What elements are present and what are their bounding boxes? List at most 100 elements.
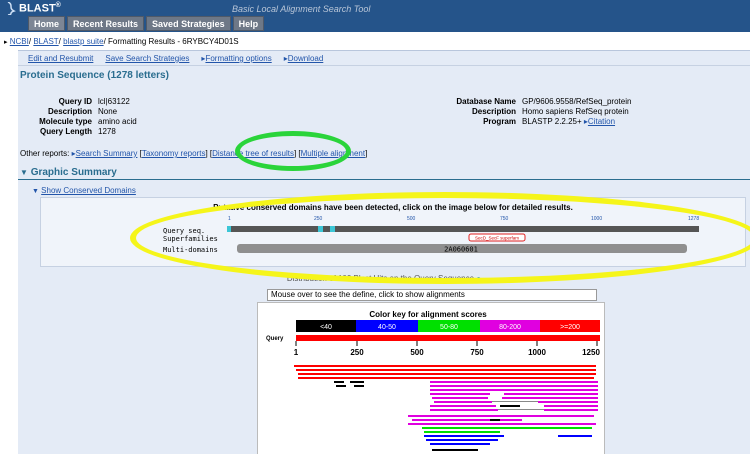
nav-saved-strategies[interactable]: Saved Strategies: [146, 16, 231, 31]
axis-tick-label: 500: [410, 348, 424, 357]
hit-line[interactable]: [294, 365, 596, 367]
brand-text: BLAST: [19, 2, 56, 15]
axis-tick-label: 1250: [582, 348, 600, 357]
molecule-type-value: amino acid: [98, 117, 137, 126]
query-length-value: 1278: [98, 127, 116, 136]
main-nav: Home Recent Results Saved Strategies Hel…: [28, 16, 265, 31]
results-content: Edit and Resubmit Save Search Strategies…: [18, 50, 750, 454]
download-link[interactable]: ▸Download: [284, 54, 324, 63]
hit-connector: [492, 401, 538, 402]
breadcrumb-ncbi[interactable]: NCBI: [10, 37, 29, 46]
hit-line[interactable]: [430, 389, 598, 391]
show-conserved-domains-link[interactable]: Show Conserved Domains: [41, 186, 136, 195]
color-key-label: <40: [320, 324, 332, 331]
hit-line[interactable]: [426, 439, 498, 441]
nav-help[interactable]: Help: [232, 16, 265, 31]
breadcrumb-blast[interactable]: BLAST: [33, 37, 58, 46]
collapse-triangle-icon[interactable]: ▼: [20, 168, 28, 177]
query-id-label: Query ID: [58, 97, 92, 106]
hit-line[interactable]: [422, 427, 592, 429]
hit-line[interactable]: [490, 419, 500, 421]
database-name-value: GP/9606.9558/RefSeq_protein: [522, 97, 632, 106]
breadcrumb-suite[interactable]: blastp suite: [63, 37, 103, 46]
hit-line[interactable]: [298, 373, 596, 375]
search-summary-link[interactable]: Search Summary: [76, 149, 138, 158]
toolbar-divider: [18, 65, 750, 66]
app-header: BLAST® Basic Local Alignment Search Tool…: [0, 0, 750, 32]
download-label[interactable]: Download: [288, 54, 324, 63]
query-id-value: lcl|63122: [98, 97, 130, 106]
page-title: Protein Sequence (1278 letters): [20, 70, 169, 81]
color-key-title: Color key for alignment scores: [369, 310, 487, 319]
description-value: None: [98, 107, 118, 116]
hit-lines[interactable]: [294, 365, 598, 454]
hit-line[interactable]: [432, 397, 488, 399]
axis-tick-label: 1: [294, 348, 299, 357]
color-key-label: 50-80: [440, 324, 458, 331]
program-value: BLASTP 2.2.25+: [522, 117, 582, 126]
hit-line[interactable]: [502, 397, 598, 399]
hit-line[interactable]: [334, 381, 344, 383]
breadcrumb-arrow-icon: ▸: [4, 39, 8, 46]
description-label: Description: [47, 107, 92, 116]
db-description-value: Homo sapiens RefSeq protein: [522, 107, 629, 116]
hit-line[interactable]: [408, 423, 596, 425]
formatting-options-link[interactable]: ▸Formatting options: [201, 54, 271, 63]
graphic-summary-title: ▼ Graphic Summary: [20, 167, 117, 178]
save-strategies-link[interactable]: Save Search Strategies: [105, 54, 189, 63]
hit-connector: [498, 409, 544, 410]
hit-line[interactable]: [430, 405, 496, 407]
hit-line[interactable]: [504, 393, 598, 395]
hit-line[interactable]: [430, 385, 598, 387]
hit-line[interactable]: [298, 377, 594, 379]
hit-line[interactable]: [350, 381, 364, 383]
query-info: Query ID lcl|63122 Description None Molecu…: [28, 97, 137, 137]
color-key-label: 40-50: [378, 324, 396, 331]
hit-line[interactable]: [558, 435, 592, 437]
citation-link[interactable]: Citation: [588, 117, 615, 126]
hit-line[interactable]: [408, 415, 594, 417]
hit-line[interactable]: [412, 419, 522, 421]
hit-line[interactable]: [430, 381, 598, 383]
edit-resubmit-link[interactable]: Edit and Resubmit: [28, 54, 93, 63]
app-subtitle: Basic Local Alignment Search Tool: [232, 4, 371, 14]
nav-recent-results[interactable]: Recent Results: [67, 16, 145, 31]
axis-tick-label: 750: [470, 348, 484, 357]
nav-home[interactable]: Home: [28, 16, 66, 31]
hit-line[interactable]: [354, 385, 364, 387]
query-label: Query: [266, 336, 284, 342]
hit-line[interactable]: [544, 409, 598, 411]
hit-distribution-graphic[interactable]: Color key for alignment scores <40 40-50…: [258, 303, 604, 454]
query-bar[interactable]: [296, 335, 600, 341]
hit-line[interactable]: [430, 443, 490, 445]
hit-line[interactable]: [430, 393, 490, 395]
graphic-summary-label: Graphic Summary: [30, 167, 117, 178]
taxonomy-reports-link[interactable]: Taxonomy reports: [142, 149, 206, 158]
expand-triangle-icon: ▼: [32, 188, 39, 195]
molecule-type-label: Molecule type: [39, 117, 92, 126]
color-key-label: >=200: [560, 324, 580, 331]
axis-tick-label: 250: [350, 348, 364, 357]
breadcrumb-current: Formatting Results - 6RYBCY4D01S: [108, 37, 239, 46]
program-label: Program: [483, 117, 516, 126]
hit-line[interactable]: [336, 385, 346, 387]
hit-line[interactable]: [296, 369, 596, 371]
query-length-label: Query Length: [39, 127, 92, 136]
defline-display: Mouse over to see the define, click to s…: [267, 289, 597, 301]
hit-line[interactable]: [432, 449, 478, 451]
hit-distribution-panel[interactable]: Color key for alignment scores <40 40-50…: [257, 302, 605, 454]
hit-line[interactable]: [424, 431, 500, 433]
axis-tick-label: 1000: [528, 348, 546, 357]
show-conserved-domains[interactable]: ▼ Show Conserved Domains: [32, 186, 136, 195]
blast-logo[interactable]: BLAST®: [6, 2, 61, 16]
hit-line[interactable]: [538, 401, 598, 403]
registered-mark: ®: [55, 2, 61, 9]
hit-line[interactable]: [500, 405, 520, 407]
hit-line[interactable]: [544, 405, 598, 407]
hit-line[interactable]: [424, 435, 504, 437]
hit-line[interactable]: [434, 401, 492, 403]
breadcrumb: ▸ NCBI/ BLAST/ blastp suite/ Formatting …: [4, 37, 239, 46]
formatting-options-label[interactable]: Formatting options: [205, 54, 271, 63]
hit-line[interactable]: [430, 409, 498, 411]
database-name-label: Database Name: [456, 97, 516, 106]
